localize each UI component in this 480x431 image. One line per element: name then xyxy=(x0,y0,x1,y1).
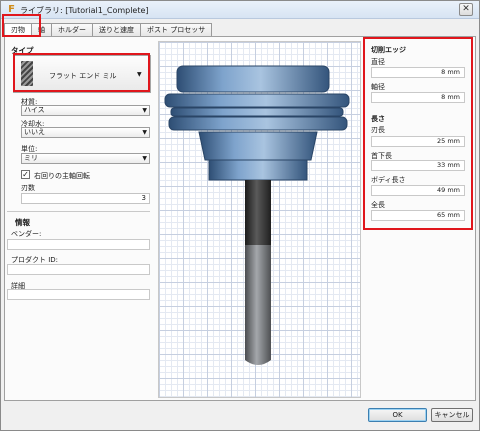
close-button[interactable]: ✕ xyxy=(459,3,473,16)
holder-body xyxy=(164,65,350,181)
vendor-label: ベンダー: xyxy=(11,230,42,238)
flutes-label: 刃数 xyxy=(21,184,35,192)
body-length-label: ボディ長さ xyxy=(371,176,406,184)
tab-feeds-speeds[interactable]: 送りと速度 xyxy=(92,23,141,36)
ok-button[interactable]: OK xyxy=(368,408,427,422)
product-id-input[interactable] xyxy=(7,264,150,275)
tool-lower-shank xyxy=(245,245,271,365)
vendor-input[interactable] xyxy=(7,239,150,250)
overall-length-input[interactable]: 65 mm xyxy=(371,210,465,221)
flute-length-input[interactable]: 25 mm xyxy=(371,136,465,147)
clockwise-checkbox[interactable]: ✓ xyxy=(21,170,30,179)
clockwise-label: 右回りの主軸回転 xyxy=(34,172,90,180)
material-value: ハイス xyxy=(24,106,45,114)
material-select[interactable]: ハイス ▼ xyxy=(21,105,150,116)
tab-holder[interactable]: ホルダー xyxy=(51,23,93,36)
type-highlight xyxy=(13,53,150,92)
cutting-edge-heading: 切削エッジ xyxy=(371,46,406,54)
shaft-diameter-label: 軸径 xyxy=(371,83,385,91)
tool-upper-shank xyxy=(245,180,271,245)
divider xyxy=(7,211,150,212)
flutes-input[interactable]: 3 xyxy=(21,193,150,204)
notes-input[interactable] xyxy=(7,289,150,300)
body-length-input[interactable]: 49 mm xyxy=(371,185,465,196)
tool-render xyxy=(164,65,350,365)
cancel-button[interactable]: キャンセル xyxy=(431,408,473,422)
unit-select[interactable]: ミリ ▼ xyxy=(21,153,150,164)
tab-post-processor[interactable]: ポスト プロセッサ xyxy=(140,23,213,36)
diameter-input[interactable]: 8 mm xyxy=(371,67,465,78)
chevron-down-icon: ▼ xyxy=(142,155,147,162)
length-heading: 長さ xyxy=(371,115,385,123)
shoulder-length-input[interactable]: 33 mm xyxy=(371,160,465,171)
diameter-label: 直径 xyxy=(371,58,385,66)
info-heading: 情報 xyxy=(15,218,30,227)
unit-value: ミリ xyxy=(24,154,38,162)
chevron-down-icon: ▼ xyxy=(142,107,147,114)
title-bar: F ライブラリ: [Tutorial1_Complete] ✕ xyxy=(1,1,479,19)
coolant-value: いいえ xyxy=(24,128,45,136)
tool-preview-viewport[interactable] xyxy=(158,41,361,398)
chevron-down-icon: ▼ xyxy=(142,129,147,136)
active-tab-highlight xyxy=(2,14,41,37)
shaft-diameter-input[interactable]: 8 mm xyxy=(371,92,465,103)
coolant-select[interactable]: いいえ ▼ xyxy=(21,127,150,138)
flute-length-label: 刃長 xyxy=(371,126,385,134)
library-dialog: F ライブラリ: [Tutorial1_Complete] ✕ 刃物 軸 ホルダ… xyxy=(0,0,480,431)
overall-length-label: 全長 xyxy=(371,201,385,209)
